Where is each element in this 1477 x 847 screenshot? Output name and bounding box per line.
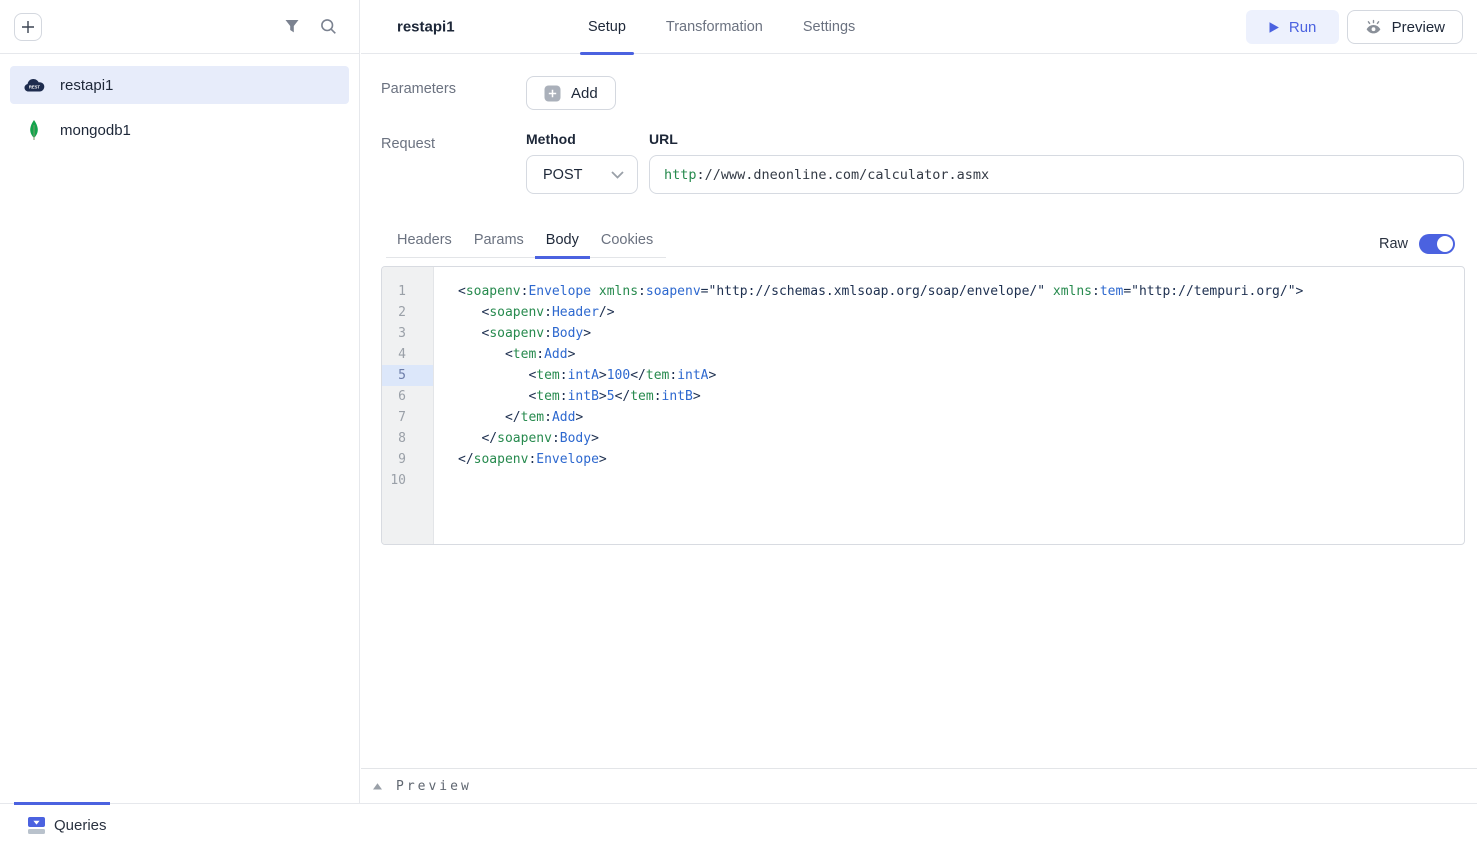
raw-toggle[interactable] xyxy=(1419,234,1455,254)
line-number: 4 xyxy=(382,344,433,365)
page-title: restapi1 xyxy=(397,18,455,35)
mongodb-icon xyxy=(23,119,45,141)
line-number: 1 xyxy=(382,281,433,302)
body-tab-headers[interactable]: Headers xyxy=(386,223,463,257)
response-preview-bar[interactable]: Preview xyxy=(361,768,1477,803)
plus-square-icon xyxy=(544,85,561,102)
line-number: 7 xyxy=(382,407,433,428)
add-parameter-button[interactable]: Add xyxy=(526,76,616,110)
raw-toggle-group: Raw xyxy=(1379,234,1455,254)
run-button-label: Run xyxy=(1289,19,1317,36)
body-code-editor[interactable]: 12345678910 <soapenv:Envelope xmlns:soap… xyxy=(381,266,1465,545)
url-input[interactable]: http://www.dneonline.com/calculator.asmx xyxy=(649,155,1464,194)
response-preview-label: Preview xyxy=(396,779,472,794)
code-line: <tem:intB>5</tem:intB> xyxy=(458,386,1464,407)
tab-settings[interactable]: Settings xyxy=(795,0,863,54)
code-line: </soapenv:Body> xyxy=(458,428,1464,449)
method-label: Method xyxy=(526,131,576,147)
editor-gutter: 12345678910 xyxy=(382,267,434,544)
url-rest: ://www.dneonline.com/calculator.asmx xyxy=(697,167,990,183)
run-button[interactable]: Run xyxy=(1246,10,1339,44)
plus-icon xyxy=(21,20,35,34)
add-parameter-label: Add xyxy=(571,85,598,102)
code-line: <tem:Add> xyxy=(458,344,1464,365)
request-label: Request xyxy=(381,136,435,152)
sidebar-item-mongodb1[interactable]: mongodb1 xyxy=(10,111,349,149)
eye-icon xyxy=(1365,19,1382,35)
filter-button[interactable] xyxy=(284,19,300,34)
url-label: URL xyxy=(649,131,678,147)
parameters-label: Parameters xyxy=(381,81,456,97)
sidebar-list: REST restapi1 mongodb1 xyxy=(0,54,359,168)
search-button[interactable] xyxy=(320,18,337,35)
body-tab-params[interactable]: Params xyxy=(463,223,535,257)
line-number: 2 xyxy=(382,302,433,323)
raw-label: Raw xyxy=(1379,236,1408,252)
search-icon xyxy=(320,18,337,35)
new-query-button[interactable] xyxy=(14,13,42,41)
preview-button-label: Preview xyxy=(1392,19,1445,36)
code-line: <soapenv:Body> xyxy=(458,323,1464,344)
line-number: 10 xyxy=(382,470,433,491)
header-actions: Run Preview xyxy=(1246,10,1463,44)
sidebar-item-label: mongodb1 xyxy=(60,122,131,139)
preview-button[interactable]: Preview xyxy=(1347,10,1463,44)
code-line xyxy=(458,470,1464,491)
code-line: </soapenv:Envelope> xyxy=(458,449,1464,470)
body-tabs: HeadersParamsBodyCookies xyxy=(386,223,666,258)
sidebar: REST restapi1 mongodb1 xyxy=(0,0,360,803)
rest-api-icon: REST xyxy=(23,78,45,92)
filter-icon xyxy=(284,19,300,34)
sidebar-item-label: restapi1 xyxy=(60,77,113,94)
raw-toggle-knob xyxy=(1437,236,1453,252)
sidebar-header xyxy=(0,0,359,54)
queries-tab[interactable]: Queries xyxy=(0,804,107,847)
main-header: restapi1 Setup Transformation Settings Run… xyxy=(361,0,1477,54)
editor-code-area[interactable]: <soapenv:Envelope xmlns:soapenv="http://… xyxy=(434,267,1464,544)
line-number: 6 xyxy=(382,386,433,407)
line-number: 9 xyxy=(382,449,433,470)
tab-setup[interactable]: Setup xyxy=(580,0,634,54)
code-line: <soapenv:Envelope xmlns:soapenv="http://… xyxy=(458,281,1464,302)
play-icon xyxy=(1268,21,1280,34)
body-tab-cookies[interactable]: Cookies xyxy=(590,223,664,257)
line-number: 3 xyxy=(382,323,433,344)
method-value: POST xyxy=(543,167,582,183)
line-number: 5 xyxy=(382,365,433,386)
collapse-up-icon xyxy=(372,782,383,791)
tab-transformation[interactable]: Transformation xyxy=(658,0,771,54)
queries-icon xyxy=(28,817,45,834)
line-number: 8 xyxy=(382,428,433,449)
chevron-down-icon xyxy=(611,171,624,179)
sidebar-item-restapi1[interactable]: REST restapi1 xyxy=(10,66,349,104)
main-tabs: Setup Transformation Settings xyxy=(580,0,863,54)
queries-active-indicator xyxy=(14,802,110,805)
queries-tab-label: Queries xyxy=(54,817,107,834)
body-tab-body[interactable]: Body xyxy=(535,223,590,257)
url-scheme: http xyxy=(664,167,697,183)
code-line: <tem:intA>100</tem:intA> xyxy=(458,365,1464,386)
code-line: <soapenv:Header/> xyxy=(458,302,1464,323)
bottom-bar: Queries xyxy=(0,803,1477,847)
svg-text:REST: REST xyxy=(28,84,40,89)
code-line: </tem:Add> xyxy=(458,407,1464,428)
method-select[interactable]: POST xyxy=(526,155,638,194)
main-panel: restapi1 Setup Transformation Settings Run… xyxy=(361,0,1477,847)
